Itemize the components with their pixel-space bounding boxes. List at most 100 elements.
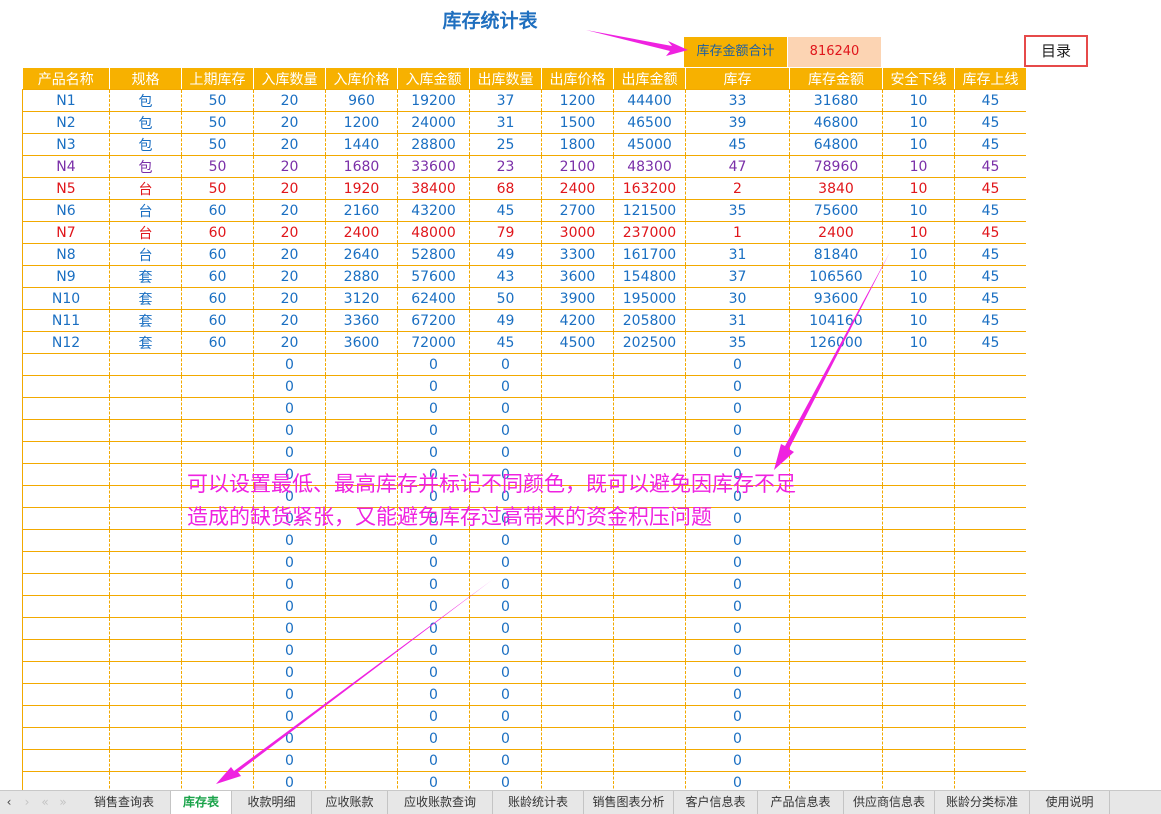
column-header[interactable]: 库存金额 (789, 68, 883, 90)
table-cell[interactable]: 33600 (397, 155, 470, 178)
table-cell[interactable]: 154800 (613, 265, 686, 288)
table-cell[interactable] (954, 683, 1026, 706)
table-cell[interactable] (181, 551, 254, 574)
table-cell[interactable]: 50 (469, 287, 542, 310)
table-cell[interactable] (954, 771, 1026, 790)
table-cell[interactable]: 38400 (397, 177, 470, 200)
table-cell[interactable]: 45 (954, 287, 1026, 310)
table-cell[interactable]: 106560 (789, 265, 883, 288)
table-cell[interactable]: 0 (685, 705, 790, 728)
table-cell[interactable] (541, 639, 614, 662)
table-cell[interactable] (181, 419, 254, 442)
table-cell[interactable] (181, 397, 254, 420)
table-cell[interactable] (613, 705, 686, 728)
table-cell[interactable] (22, 617, 110, 640)
table-cell[interactable]: 2 (685, 177, 790, 200)
table-cell[interactable]: 0 (253, 661, 326, 684)
table-cell[interactable]: 10 (882, 177, 955, 200)
table-cell[interactable]: 10 (882, 199, 955, 222)
table-cell[interactable]: 0 (397, 683, 470, 706)
table-cell[interactable] (22, 419, 110, 442)
table-cell[interactable]: N1 (22, 89, 110, 112)
table-cell[interactable]: 35 (685, 199, 790, 222)
table-cell[interactable] (789, 727, 883, 750)
table-cell[interactable] (325, 353, 398, 376)
table-cell[interactable]: 0 (397, 353, 470, 376)
table-cell[interactable] (541, 727, 614, 750)
table-cell[interactable]: 20 (253, 265, 326, 288)
table-cell[interactable] (181, 375, 254, 398)
table-cell[interactable]: 0 (685, 375, 790, 398)
table-cell[interactable]: 0 (397, 661, 470, 684)
table-cell[interactable] (541, 573, 614, 596)
table-cell[interactable]: 205800 (613, 309, 686, 332)
table-cell[interactable]: 10 (882, 265, 955, 288)
table-cell[interactable]: 0 (397, 419, 470, 442)
sheet-tab[interactable]: 产品信息表 (758, 791, 844, 814)
table-cell[interactable]: 10 (882, 155, 955, 178)
table-cell[interactable] (22, 683, 110, 706)
table-cell[interactable]: 0 (685, 683, 790, 706)
table-cell[interactable] (181, 573, 254, 596)
table-cell[interactable]: 0 (685, 551, 790, 574)
table-cell[interactable]: 0 (253, 551, 326, 574)
table-cell[interactable]: 台 (109, 199, 182, 222)
table-cell[interactable]: 45 (954, 265, 1026, 288)
table-cell[interactable]: 46500 (613, 111, 686, 134)
table-cell[interactable]: 0 (685, 353, 790, 376)
table-cell[interactable] (954, 749, 1026, 772)
table-cell[interactable]: 2700 (541, 199, 614, 222)
table-cell[interactable]: 45 (685, 133, 790, 156)
table-cell[interactable]: 50 (181, 177, 254, 200)
table-cell[interactable]: 31680 (789, 89, 883, 112)
table-cell[interactable] (181, 595, 254, 618)
table-cell[interactable]: 0 (469, 551, 542, 574)
table-cell[interactable] (22, 595, 110, 618)
table-cell[interactable]: 0 (253, 705, 326, 728)
table-cell[interactable]: 包 (109, 155, 182, 178)
table-cell[interactable]: 台 (109, 221, 182, 244)
table-cell[interactable] (613, 353, 686, 376)
table-cell[interactable]: 套 (109, 309, 182, 332)
table-cell[interactable]: N12 (22, 331, 110, 354)
table-cell[interactable]: 0 (469, 749, 542, 772)
table-cell[interactable]: 67200 (397, 309, 470, 332)
table-cell[interactable]: 0 (253, 595, 326, 618)
table-cell[interactable]: 195000 (613, 287, 686, 310)
column-header[interactable]: 入库数量 (253, 68, 326, 90)
table-cell[interactable]: 20 (253, 243, 326, 266)
table-cell[interactable] (109, 551, 182, 574)
table-cell[interactable]: 25 (469, 133, 542, 156)
table-cell[interactable] (109, 353, 182, 376)
table-cell[interactable]: 10 (882, 309, 955, 332)
table-cell[interactable] (613, 419, 686, 442)
table-cell[interactable]: 10 (882, 89, 955, 112)
table-cell[interactable] (789, 749, 883, 772)
table-cell[interactable]: 48000 (397, 221, 470, 244)
table-cell[interactable] (954, 397, 1026, 420)
table-cell[interactable]: 0 (469, 397, 542, 420)
table-cell[interactable]: 960 (325, 89, 398, 112)
table-cell[interactable] (325, 573, 398, 596)
table-cell[interactable]: 0 (469, 705, 542, 728)
table-cell[interactable] (882, 353, 955, 376)
table-cell[interactable]: 包 (109, 89, 182, 112)
table-cell[interactable]: 20 (253, 111, 326, 134)
table-cell[interactable]: 20 (253, 133, 326, 156)
tab-next-icon[interactable]: › (18, 791, 36, 813)
table-cell[interactable]: 45 (954, 199, 1026, 222)
table-cell[interactable]: 0 (397, 705, 470, 728)
table-cell[interactable] (541, 595, 614, 618)
table-cell[interactable]: 37 (685, 265, 790, 288)
table-cell[interactable]: 64800 (789, 133, 883, 156)
table-cell[interactable]: 60 (181, 309, 254, 332)
table-cell[interactable]: 0 (253, 419, 326, 442)
table-cell[interactable]: 10 (882, 111, 955, 134)
table-cell[interactable] (954, 639, 1026, 662)
table-cell[interactable] (325, 441, 398, 464)
table-cell[interactable]: 2400 (325, 221, 398, 244)
table-cell[interactable]: 3000 (541, 221, 614, 244)
table-cell[interactable]: 31 (685, 309, 790, 332)
table-cell[interactable]: 31 (685, 243, 790, 266)
table-cell[interactable]: 37 (469, 89, 542, 112)
